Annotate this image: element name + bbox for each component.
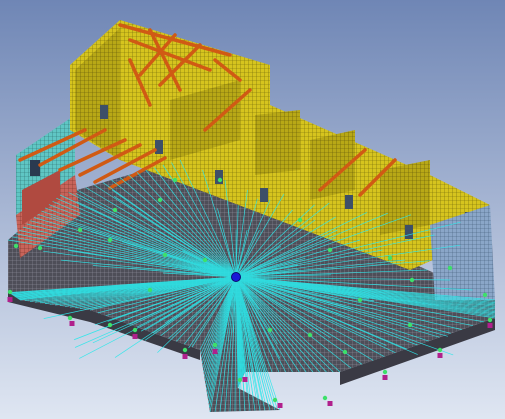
mesh-node[interactable] — [147, 287, 153, 293]
mesh-node[interactable] — [107, 237, 113, 243]
mesh-node[interactable] — [237, 377, 243, 383]
mesh-node[interactable] — [77, 227, 83, 233]
mesh-node[interactable] — [297, 217, 303, 223]
support-constraint — [382, 375, 388, 380]
mesh-node[interactable] — [13, 243, 19, 249]
support-constraint — [182, 354, 188, 359]
mesh-node[interactable] — [487, 317, 493, 323]
mesh-node[interactable] — [202, 257, 208, 263]
model-viewport[interactable] — [0, 0, 505, 419]
mesh-node[interactable] — [322, 395, 328, 401]
mesh-node[interactable] — [162, 252, 168, 258]
support-constraint — [277, 403, 283, 408]
mesh-node[interactable] — [182, 347, 188, 353]
mesh-node[interactable] — [407, 322, 413, 328]
support-constraint — [7, 297, 13, 302]
support-constraint — [212, 349, 218, 354]
fem-model-view — [0, 0, 505, 419]
center-master-node[interactable] — [231, 272, 241, 282]
support-constraint — [487, 323, 493, 328]
mesh-node[interactable] — [437, 347, 443, 353]
mesh-node[interactable] — [482, 292, 488, 298]
mesh-node[interactable] — [67, 315, 73, 321]
mesh-node[interactable] — [112, 207, 118, 213]
mesh-node[interactable] — [409, 277, 415, 283]
support-constraint — [132, 334, 138, 339]
mesh-node[interactable] — [447, 265, 453, 271]
mesh-node[interactable] — [132, 327, 138, 333]
mesh-node[interactable] — [357, 297, 363, 303]
mesh-node[interactable] — [217, 177, 223, 183]
mesh-node[interactable] — [157, 197, 163, 203]
support-constraint — [69, 321, 75, 326]
mesh-node[interactable] — [272, 397, 278, 403]
support-constraint — [242, 377, 248, 382]
mesh-node[interactable] — [342, 349, 348, 355]
mesh-node[interactable] — [172, 177, 178, 183]
mesh-node[interactable] — [387, 255, 393, 261]
mesh-node[interactable] — [37, 245, 43, 251]
mesh-node[interactable] — [267, 327, 273, 333]
mesh-node[interactable] — [382, 369, 388, 375]
mesh-node[interactable] — [327, 247, 333, 253]
mesh-node[interactable] — [212, 342, 218, 348]
support-constraint — [327, 401, 333, 406]
mesh-node[interactable] — [307, 332, 313, 338]
mesh-node[interactable] — [107, 322, 113, 328]
support-constraint — [437, 353, 443, 358]
mesh-node[interactable] — [7, 289, 13, 295]
